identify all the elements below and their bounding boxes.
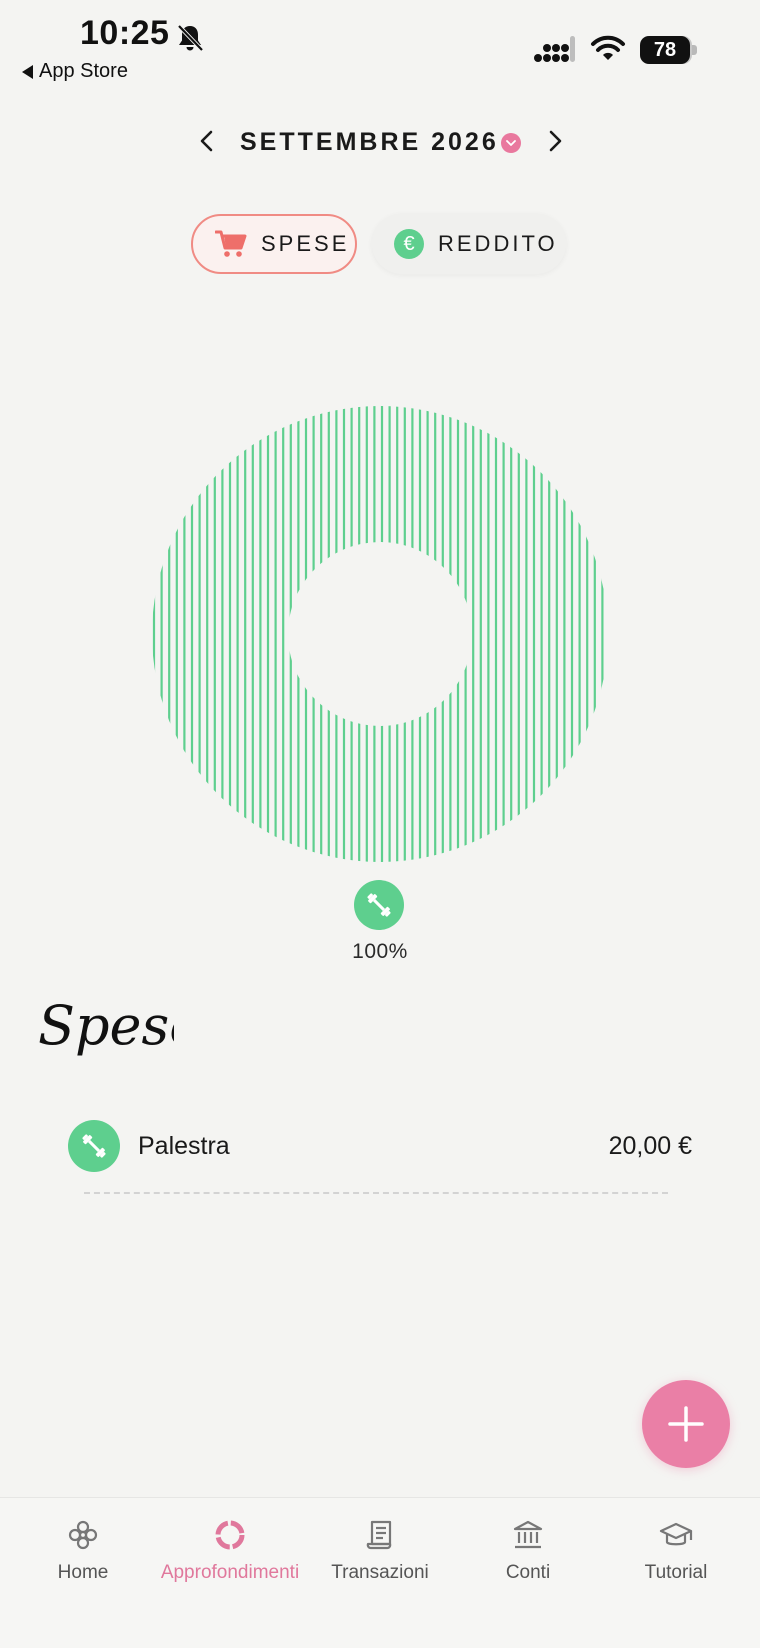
tab-tutorial[interactable]: Tutorial [601, 1518, 751, 1584]
plus-icon [668, 1406, 704, 1442]
next-month-button[interactable] [540, 126, 570, 156]
graduation-cap-icon [659, 1522, 693, 1546]
donut-slice-palestra [152, 406, 604, 862]
back-to-app-store[interactable]: App Store [22, 60, 128, 83]
bank-icon [513, 1520, 543, 1549]
month-dropdown-button[interactable] [501, 133, 521, 153]
row-divider [84, 1192, 668, 1194]
chevron-right-icon [549, 130, 562, 152]
category-percent: 100% [352, 940, 408, 963]
tab-transazioni-label: Transazioni [331, 1562, 429, 1583]
list-item[interactable]: Palestra 20,00 € [66, 1118, 696, 1174]
tab-expenses-label: SPESE [261, 231, 350, 256]
category-badge [354, 880, 404, 930]
receipt-icon [366, 1520, 392, 1550]
tab-home-label: Home [57, 1562, 109, 1583]
battery-cap [692, 45, 697, 55]
shopping-cart-icon [215, 230, 247, 257]
chevron-left-icon [200, 130, 213, 152]
tab-expenses[interactable]: SPESE [191, 214, 357, 274]
back-triangle-icon [22, 64, 33, 79]
tab-income-label: REDDITO [438, 231, 558, 256]
flower-icon [68, 1520, 98, 1550]
battery-level: 78 [653, 38, 677, 61]
tab-approfondimenti-label: Approfondimenti [160, 1562, 300, 1583]
previous-month-button[interactable] [192, 126, 222, 156]
dumbbell-icon [367, 893, 391, 917]
add-transaction-button[interactable] [642, 1380, 730, 1468]
expense-amount: 20,00 € [608, 1132, 692, 1160]
dumbbell-icon [82, 1134, 106, 1158]
category-icon [68, 1120, 120, 1172]
tab-transazioni[interactable]: Transazioni [305, 1518, 455, 1584]
tab-home[interactable]: Home [8, 1518, 158, 1584]
tab-income[interactable]: € REDDITO [372, 214, 566, 274]
back-label: App Store [39, 60, 128, 82]
cellular-signal-icon [534, 36, 575, 62]
wifi-icon [591, 35, 625, 60]
donut-icon [215, 1520, 245, 1550]
euro-icon: € [394, 229, 424, 259]
status-time: 10:25 [80, 14, 170, 52]
bell-slash-icon [177, 24, 204, 52]
bottom-tab-bar: Home Approfondimenti Transazioni Conti T… [0, 1497, 760, 1648]
month-title[interactable]: SETTEMBRE 2026 [240, 128, 499, 157]
section-title-text: Spese [38, 994, 174, 1057]
tab-tutorial-label: Tutorial [644, 1562, 708, 1583]
tab-approfondimenti[interactable]: Approfondimenti [155, 1518, 305, 1584]
tab-conti-label: Conti [505, 1562, 551, 1583]
battery-icon: 78 [640, 36, 690, 64]
tab-conti[interactable]: Conti [453, 1518, 603, 1584]
chevron-down-icon [506, 140, 516, 146]
section-title-spese: Spese [38, 994, 174, 1057]
expense-name: Palestra [138, 1132, 230, 1160]
expenses-donut-chart [152, 406, 604, 862]
